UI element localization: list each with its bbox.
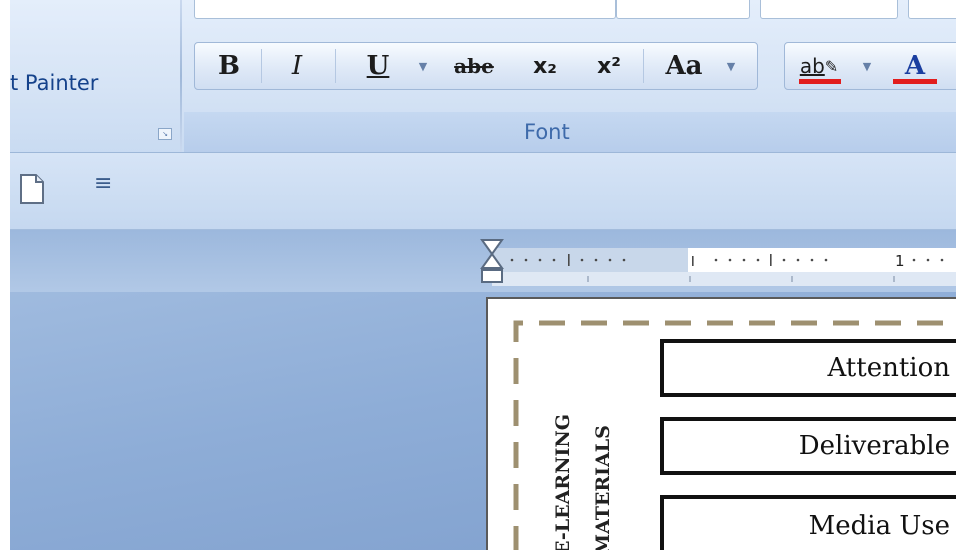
clipboard-group: t Painter ↘: [10, 0, 178, 152]
subscript-icon: x₂: [533, 53, 557, 79]
document-page[interactable]: E-LEARNING MATERIALS Attention Deliverab…: [486, 297, 956, 550]
underline-icon: U: [366, 51, 390, 81]
format-painter-button[interactable]: t Painter: [10, 71, 98, 95]
bold-icon: B: [218, 51, 240, 81]
change-case-dropdown-arrow-icon[interactable]: ▼: [721, 43, 741, 89]
superscript-button[interactable]: x²: [579, 43, 639, 89]
superscript-icon: x²: [597, 53, 621, 79]
bold-button[interactable]: B: [201, 43, 257, 89]
highlight-dropdown-arrow-icon[interactable]: ▼: [857, 43, 877, 89]
underline-button[interactable]: U: [341, 43, 415, 89]
diagram-box-deliverable: Deliverable: [660, 417, 956, 475]
new-document-icon[interactable]: [18, 173, 46, 205]
font-color-swatch: [893, 79, 937, 84]
ruler-number-label: 1: [895, 252, 905, 270]
ribbon: t Painter ↘ Font B I U ▼ abe x₂ x² Aa ▼ …: [10, 0, 956, 153]
horizontal-ruler[interactable]: 1: [470, 232, 956, 292]
customize-quick-access-icon[interactable]: ≡: [94, 171, 112, 196]
strikethrough-button[interactable]: abe: [439, 43, 509, 89]
quick-access-toolbar: ≡: [10, 153, 956, 230]
font-group: Font B I U ▼ abe x₂ x² Aa ▼ ab ✎ ▼ A: [184, 0, 956, 152]
font-formatting-toolbar: B I U ▼ abe x₂ x² Aa ▼: [194, 42, 758, 90]
group-separator: [180, 0, 182, 152]
window-edge: [0, 0, 10, 550]
word-window: t Painter ↘ Font B I U ▼ abe x₂ x² Aa ▼ …: [0, 0, 956, 550]
font-group-label: Font: [524, 120, 570, 144]
color-toolbar: ab ✎ ▼ A: [784, 42, 956, 90]
highlight-color-swatch: [799, 79, 841, 84]
diagram-box-label: Attention: [827, 353, 950, 383]
italic-button[interactable]: I: [265, 43, 329, 89]
subscript-button[interactable]: x₂: [515, 43, 575, 89]
diagram-box-label: Media Use: [808, 511, 950, 541]
pen-icon: ✎: [824, 56, 839, 76]
font-group-label-band: [184, 112, 956, 152]
font-color-icon: A: [904, 51, 926, 81]
divider: [335, 49, 336, 83]
diagram-box-attention: Attention: [660, 339, 956, 397]
divider: [261, 49, 262, 83]
vertical-heading-line-2: MATERIALS: [592, 425, 614, 550]
underline-dropdown-arrow-icon[interactable]: ▼: [413, 43, 433, 89]
divider: [643, 49, 644, 83]
diagram-box-label: Deliverable: [798, 431, 950, 461]
change-case-button[interactable]: Aa: [647, 43, 721, 89]
strikethrough-icon: abe: [454, 54, 494, 78]
text-highlight-icon: ab: [799, 54, 825, 78]
dialog-launcher-icon[interactable]: ↘: [158, 128, 172, 140]
change-case-icon: Aa: [665, 51, 703, 81]
diagram-box-media-use: Media Use: [660, 495, 956, 550]
vertical-heading-line-1: E-LEARNING: [552, 414, 574, 550]
italic-icon: I: [291, 51, 303, 81]
